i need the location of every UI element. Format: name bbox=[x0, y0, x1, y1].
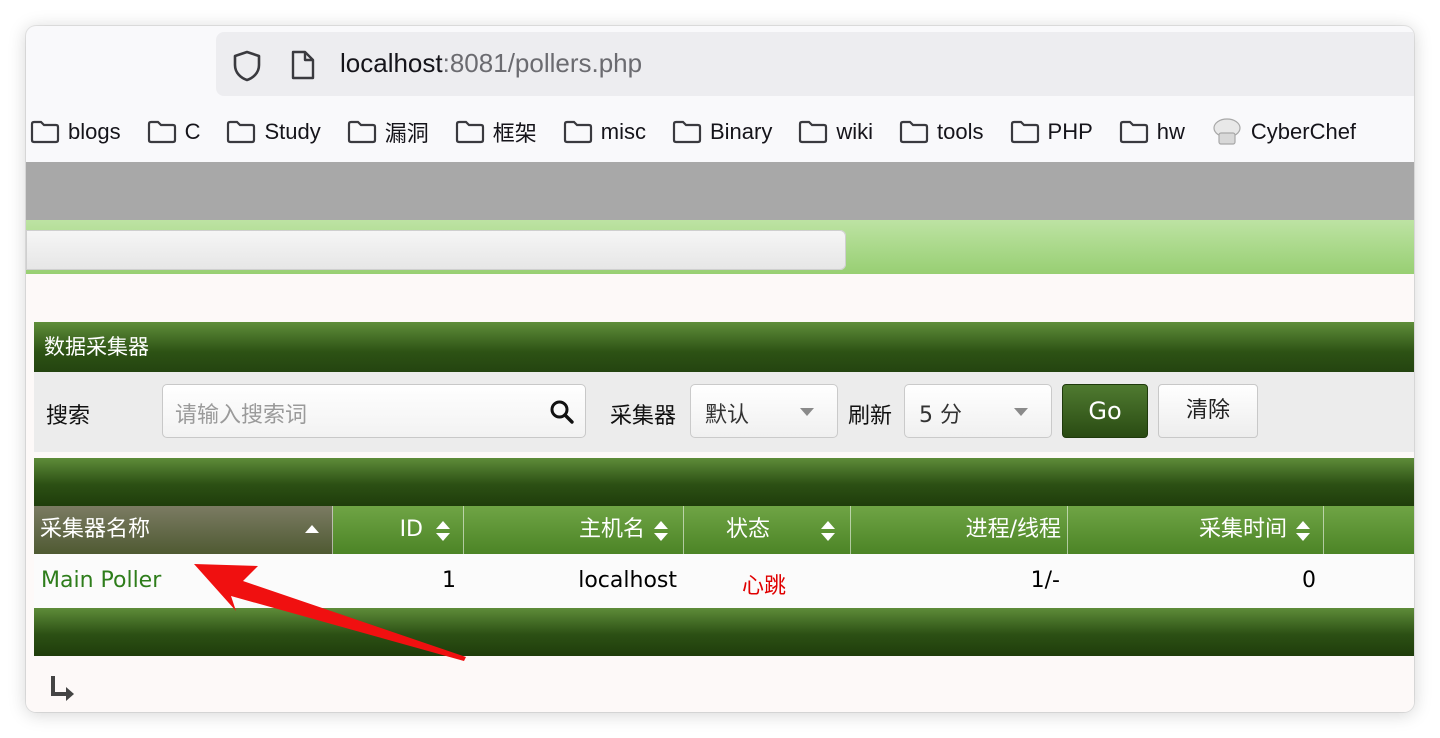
annotation-arrow bbox=[194, 564, 466, 661]
browser-window: localhost:8081/pollers.php blogs C Study… bbox=[26, 26, 1414, 712]
